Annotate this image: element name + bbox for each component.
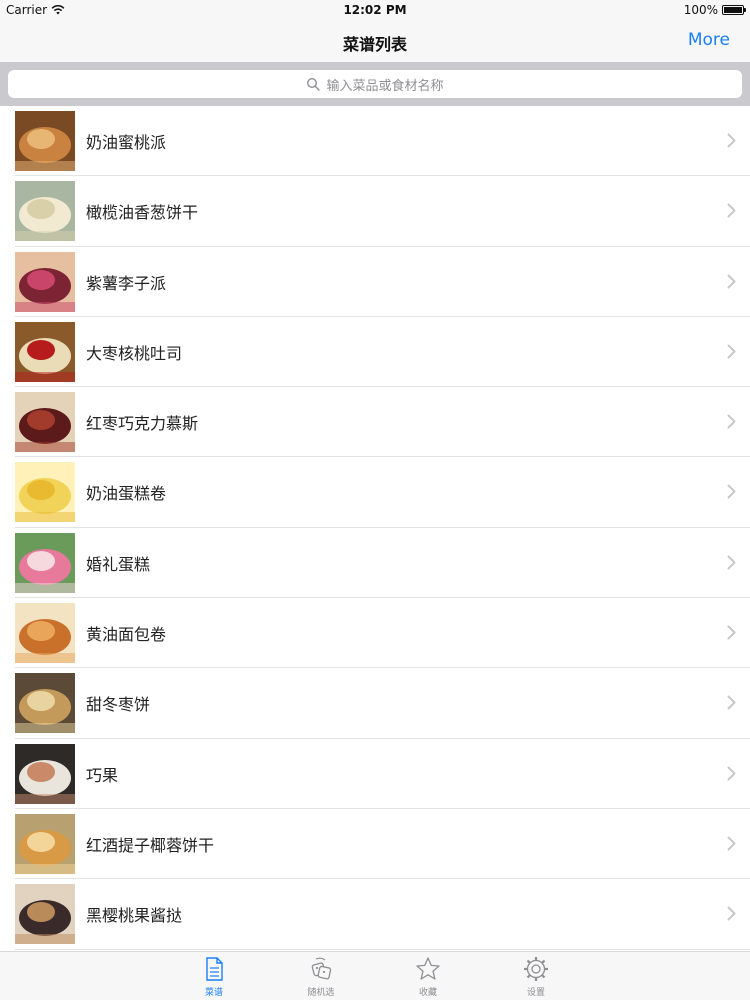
recipe-name: 奶油蛋糕卷 — [86, 484, 167, 504]
recipe-name: 红枣巧克力慕斯 — [86, 414, 199, 434]
recipe-thumbnail — [15, 392, 75, 453]
chevron-right-icon — [727, 203, 736, 218]
recipe-thumbnail — [15, 603, 75, 664]
chevron-right-icon — [727, 484, 736, 499]
recipe-thumbnail — [15, 884, 75, 945]
tab-label: 菜谱 — [204, 988, 223, 998]
search-placeholder: 输入菜品或食材名称 — [326, 78, 444, 94]
recipe-thumbnail — [15, 673, 75, 734]
page-title: 菜谱列表 — [342, 35, 407, 54]
recipe-name: 奶油蜜桃派 — [86, 133, 167, 152]
battery-label: 100% — [683, 3, 718, 17]
recipe-row[interactable]: 甜冬枣饼 — [0, 668, 750, 739]
recipe-doc-icon — [206, 957, 223, 981]
recipe-name: 甜冬枣饼 — [86, 695, 151, 715]
recipe-thumbnail — [15, 321, 75, 382]
search-icon — [307, 77, 321, 91]
recipe-thumbnail — [15, 743, 75, 804]
search-bar: 输入菜品或食材名称 — [0, 62, 750, 106]
recipe-thumbnail — [15, 181, 75, 242]
recipe-name: 紫薯李子派 — [86, 273, 167, 293]
chevron-right-icon — [727, 274, 736, 289]
navigation-bar: 菜谱列表 More — [0, 22, 750, 62]
recipe-row[interactable]: 黑樱桃果酱挞 — [0, 879, 750, 950]
gear-icon — [524, 957, 548, 981]
more-button[interactable]: More — [688, 30, 730, 50]
recipe-thumbnail — [15, 532, 75, 593]
recipe-row[interactable]: 红枣巧克力慕斯 — [0, 387, 750, 458]
recipe-name: 黄油面包卷 — [86, 625, 167, 645]
recipe-name: 红酒提子椰蓉饼干 — [86, 835, 215, 855]
recipe-name: 巧果 — [86, 765, 119, 785]
chevron-right-icon — [727, 344, 736, 359]
tab-label: 收藏 — [418, 988, 437, 998]
recipe-row[interactable]: 紫薯李子派 — [0, 247, 750, 318]
recipe-row[interactable]: 橄榄油香葱饼干 — [0, 176, 750, 247]
status-bar: Carrier 12:02 PM 100% — [0, 0, 750, 22]
tab-bar: 菜谱 随机选 收藏 设置 — [0, 951, 750, 1000]
chevron-right-icon — [727, 695, 736, 710]
tab-recipes[interactable]: 菜谱 — [184, 955, 244, 999]
recipe-thumbnail — [15, 813, 75, 874]
battery-icon — [722, 5, 746, 15]
recipe-name: 橄榄油香葱饼干 — [86, 203, 199, 223]
tab-favorites[interactable]: 收藏 — [398, 955, 458, 999]
recipe-row[interactable]: 奶油蜜桃派 — [0, 106, 750, 177]
chevron-right-icon — [727, 133, 736, 148]
tab-random[interactable]: 随机选 — [291, 955, 351, 999]
recipe-name: 大枣核桃吐司 — [86, 343, 183, 363]
tab-settings[interactable]: 设置 — [506, 955, 566, 999]
recipe-thumbnail — [15, 111, 75, 171]
chevron-right-icon — [727, 836, 736, 851]
tab-label: 随机选 — [307, 988, 335, 998]
tab-label: 设置 — [526, 988, 545, 998]
recipe-row[interactable]: 奶油蛋糕卷 — [0, 457, 750, 529]
recipe-row[interactable]: 婚礼蛋糕 — [0, 528, 750, 599]
chevron-right-icon — [727, 625, 736, 640]
battery-status: 100% — [683, 3, 746, 17]
recipe-thumbnail — [15, 462, 75, 523]
search-input[interactable]: 输入菜品或食材名称 — [8, 70, 742, 98]
recipe-row[interactable]: 大枣核桃吐司 — [0, 317, 750, 388]
recipe-thumbnail — [15, 251, 75, 312]
status-time: 12:02 PM — [343, 3, 407, 17]
star-icon — [416, 957, 440, 980]
recipe-row[interactable]: 黄油面包卷 — [0, 598, 750, 669]
recipe-list: 奶油蜜桃派橄榄油香葱饼干 紫薯李子派大枣核桃吐司 红枣巧克力慕斯 奶油蛋糕卷婚礼蛋糕黄… — [0, 106, 750, 952]
recipe-name: 婚礼蛋糕 — [86, 554, 151, 574]
random-dice-icon — [311, 957, 332, 980]
chevron-right-icon — [727, 766, 736, 781]
recipe-row[interactable]: 巧果 — [0, 739, 750, 810]
chevron-right-icon — [727, 414, 736, 429]
chevron-right-icon — [727, 555, 736, 570]
recipe-name: 黑樱桃果酱挞 — [86, 906, 183, 926]
recipe-row[interactable]: 红酒提子椰蓉饼干 — [0, 809, 750, 880]
chevron-right-icon — [727, 906, 736, 921]
